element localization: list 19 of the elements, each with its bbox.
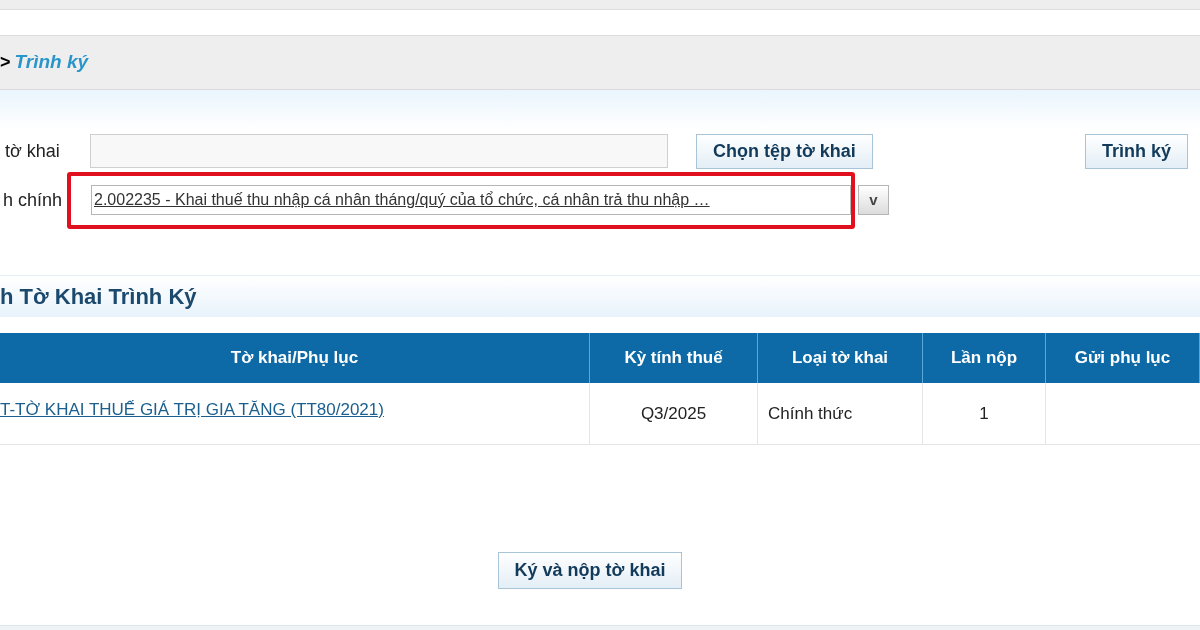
column-header: Gửi phụ lục [1046,333,1200,383]
procedure-select[interactable]: 2.002235 - Khai thuế thu nhập cá nhân tháng/quý của tổ chức, cá nhân trả thu nhập … [91,185,851,215]
column-header: Lần nộp [923,333,1046,383]
submit-sign-button[interactable]: Trình ký [1084,133,1188,169]
table-cell: Q3/2025 [590,383,758,444]
column-header: Kỳ tính thuế [590,333,758,383]
section-title: h Tờ Khai Trình Ký [0,283,197,311]
column-header: Loại tờ khai [758,333,923,383]
field-label: h chính [2,188,64,212]
file-path-field[interactable] [90,134,668,168]
sign-submit-button[interactable]: Ký và nộp tờ khai [497,551,683,589]
table-cell: 1 [923,383,1046,444]
table-cell: Chính thức [758,383,923,444]
choose-file-button[interactable]: Chọn tệp tờ khai [696,133,873,169]
column-header: Tờ khai/Phụ lục [0,333,590,383]
dropdown-button[interactable]: v [858,185,889,215]
declaration-link[interactable]: T-TỜ KHAI THUẾ GIÁ TRỊ GIA TĂNG (TT80/2021) [0,400,384,419]
breadcrumb-separator: > [0,51,11,74]
field-label: tờ khai [4,139,61,163]
